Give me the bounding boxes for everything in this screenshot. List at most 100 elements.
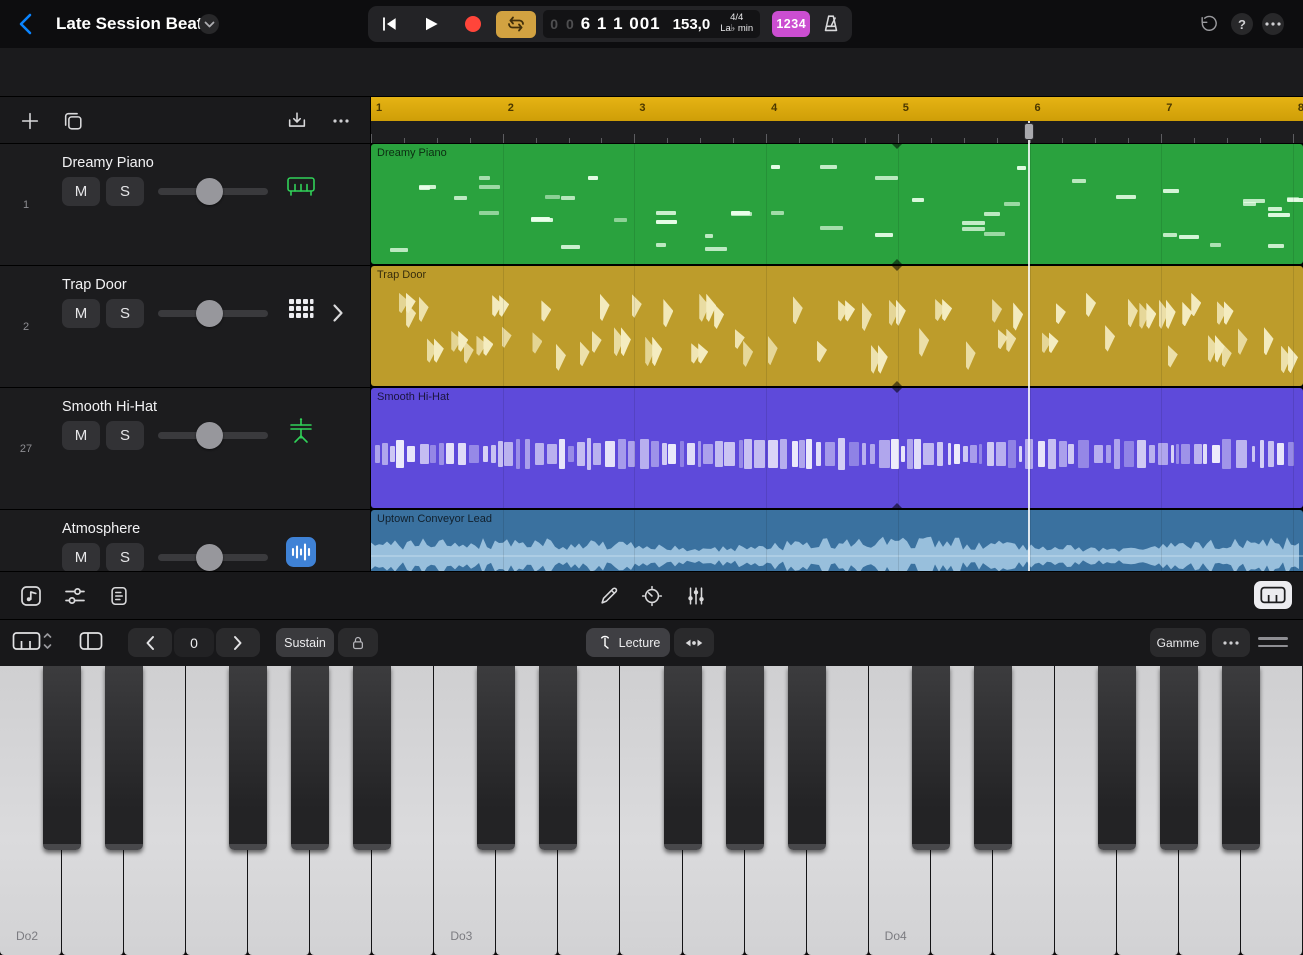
- piano-key-black[interactable]: [726, 666, 764, 850]
- volume-slider[interactable]: [158, 554, 268, 561]
- volume-slider[interactable]: [158, 188, 268, 195]
- piano-key-black[interactable]: [912, 666, 950, 850]
- octave-label: Do4: [885, 929, 907, 943]
- hihat-note: [879, 440, 890, 468]
- piano-key-black[interactable]: [1160, 666, 1198, 850]
- timeline-ruler[interactable]: 12345678: [371, 97, 1303, 144]
- sustain-lock-button[interactable]: [338, 628, 378, 657]
- play-mode-button[interactable]: Lecture: [586, 628, 670, 657]
- metronome-button[interactable]: [810, 6, 852, 42]
- help-button[interactable]: ?: [1231, 13, 1253, 35]
- quantize-button[interactable]: [639, 583, 665, 609]
- undo-button[interactable]: [1197, 13, 1219, 35]
- hihat-note: [1114, 439, 1120, 470]
- piano-keyboard[interactable]: Do2Do3Do4: [0, 666, 1303, 955]
- scale-button[interactable]: Gamme: [1150, 628, 1206, 657]
- lcd-dim: 0 0: [550, 16, 575, 32]
- keyboard-drag-handle[interactable]: [1258, 637, 1288, 652]
- editor-button[interactable]: [106, 583, 132, 609]
- volume-knob[interactable]: [196, 300, 223, 327]
- drum-note: [1224, 301, 1234, 325]
- faders-icon: [685, 585, 707, 607]
- drum-note: [1006, 329, 1016, 353]
- midi-note: [419, 186, 429, 190]
- track-list-more-button[interactable]: [328, 108, 354, 134]
- bar-gridline: [1293, 144, 1294, 264]
- volume-knob[interactable]: [196, 178, 223, 205]
- octave-value: 0: [174, 628, 214, 657]
- glissando-button[interactable]: [674, 628, 714, 657]
- mute-button[interactable]: M: [62, 299, 100, 328]
- playhead-handle[interactable]: [1024, 123, 1034, 140]
- solo-button[interactable]: S: [106, 543, 144, 571]
- record-button[interactable]: [452, 6, 494, 42]
- export-track-button[interactable]: [284, 108, 310, 134]
- piano-key-black[interactable]: [974, 666, 1012, 850]
- region[interactable]: Uptown Conveyor Lead: [371, 510, 1303, 571]
- mute-button[interactable]: M: [62, 177, 100, 206]
- playhead[interactable]: [1023, 121, 1035, 571]
- midi-note: [771, 211, 784, 215]
- track-header[interactable]: 27Smooth Hi-HatMS: [0, 388, 371, 510]
- panel-toggle-button[interactable]: [78, 629, 104, 653]
- piano-key-black[interactable]: [1222, 666, 1260, 850]
- cycle-range[interactable]: 12345678: [371, 97, 1303, 121]
- duplicate-track-button[interactable]: [60, 108, 86, 134]
- mute-button[interactable]: M: [62, 543, 100, 571]
- volume-knob[interactable]: [196, 422, 223, 449]
- piano-key-black[interactable]: [477, 666, 515, 850]
- hihat-note: [375, 445, 380, 463]
- lcd-display[interactable]: 0 0 6 1 1 001 153,0 4/4 La♭ min: [543, 10, 760, 38]
- play-button[interactable]: [410, 6, 452, 42]
- piano-key-black[interactable]: [353, 666, 391, 850]
- piano-key-black[interactable]: [291, 666, 329, 850]
- mixer-button[interactable]: [62, 583, 88, 609]
- track-controls-button[interactable]: [683, 583, 709, 609]
- region[interactable]: Smooth Hi-Hat: [371, 388, 1303, 508]
- mute-button[interactable]: M: [62, 421, 100, 450]
- back-button[interactable]: [16, 12, 36, 36]
- volume-slider[interactable]: [158, 310, 268, 317]
- sustain-button[interactable]: Sustain: [276, 628, 334, 657]
- disclosure-chevron-icon[interactable]: [330, 302, 346, 324]
- bar-gridline: [1161, 144, 1162, 264]
- piano-key-black[interactable]: [664, 666, 702, 850]
- cycle-icon: [505, 14, 527, 34]
- count-in-button[interactable]: 1234: [772, 11, 810, 37]
- piano-key-black[interactable]: [539, 666, 577, 850]
- more-button[interactable]: [1262, 13, 1284, 35]
- piano-key-black[interactable]: [105, 666, 143, 850]
- cycle-button[interactable]: [496, 11, 536, 38]
- solo-button[interactable]: S: [106, 177, 144, 206]
- keyboard-toggle-button[interactable]: [1254, 581, 1292, 609]
- loops-browser-button[interactable]: [18, 583, 44, 609]
- region-name: Dreamy Piano: [377, 147, 447, 159]
- octave-up-button[interactable]: [216, 628, 260, 657]
- track-header[interactable]: 1Dreamy PianoMS: [0, 144, 371, 266]
- hihat-note: [799, 440, 805, 467]
- volume-slider[interactable]: [158, 432, 268, 439]
- piano-key-black[interactable]: [229, 666, 267, 850]
- track-header[interactable]: 2Trap DoorMS: [0, 266, 371, 388]
- transport-bar: 0 0 6 1 1 001 153,0 4/4 La♭ min 1234: [368, 6, 852, 42]
- loops-browser-icon: [19, 584, 43, 608]
- pencil-tool-button[interactable]: [596, 583, 622, 609]
- piano-key-black[interactable]: [1098, 666, 1136, 850]
- track-header[interactable]: AtmosphereMS: [0, 510, 371, 571]
- volume-knob[interactable]: [196, 544, 223, 571]
- project-menu-button[interactable]: [199, 14, 219, 34]
- add-track-button[interactable]: [17, 108, 43, 134]
- piano-key-black[interactable]: [788, 666, 826, 850]
- ruler-tick: [1227, 138, 1228, 143]
- rewind-button[interactable]: [368, 6, 410, 42]
- solo-button[interactable]: S: [106, 421, 144, 450]
- ruler-tick: [601, 138, 602, 143]
- region[interactable]: Dreamy Piano: [371, 144, 1303, 264]
- ruler-tick: [832, 138, 833, 143]
- keyboard-select-button[interactable]: [12, 629, 54, 653]
- keyboard-more-button[interactable]: [1212, 628, 1250, 657]
- region[interactable]: Trap Door: [371, 266, 1303, 386]
- octave-down-button[interactable]: [128, 628, 172, 657]
- piano-key-black[interactable]: [43, 666, 81, 850]
- solo-button[interactable]: S: [106, 299, 144, 328]
